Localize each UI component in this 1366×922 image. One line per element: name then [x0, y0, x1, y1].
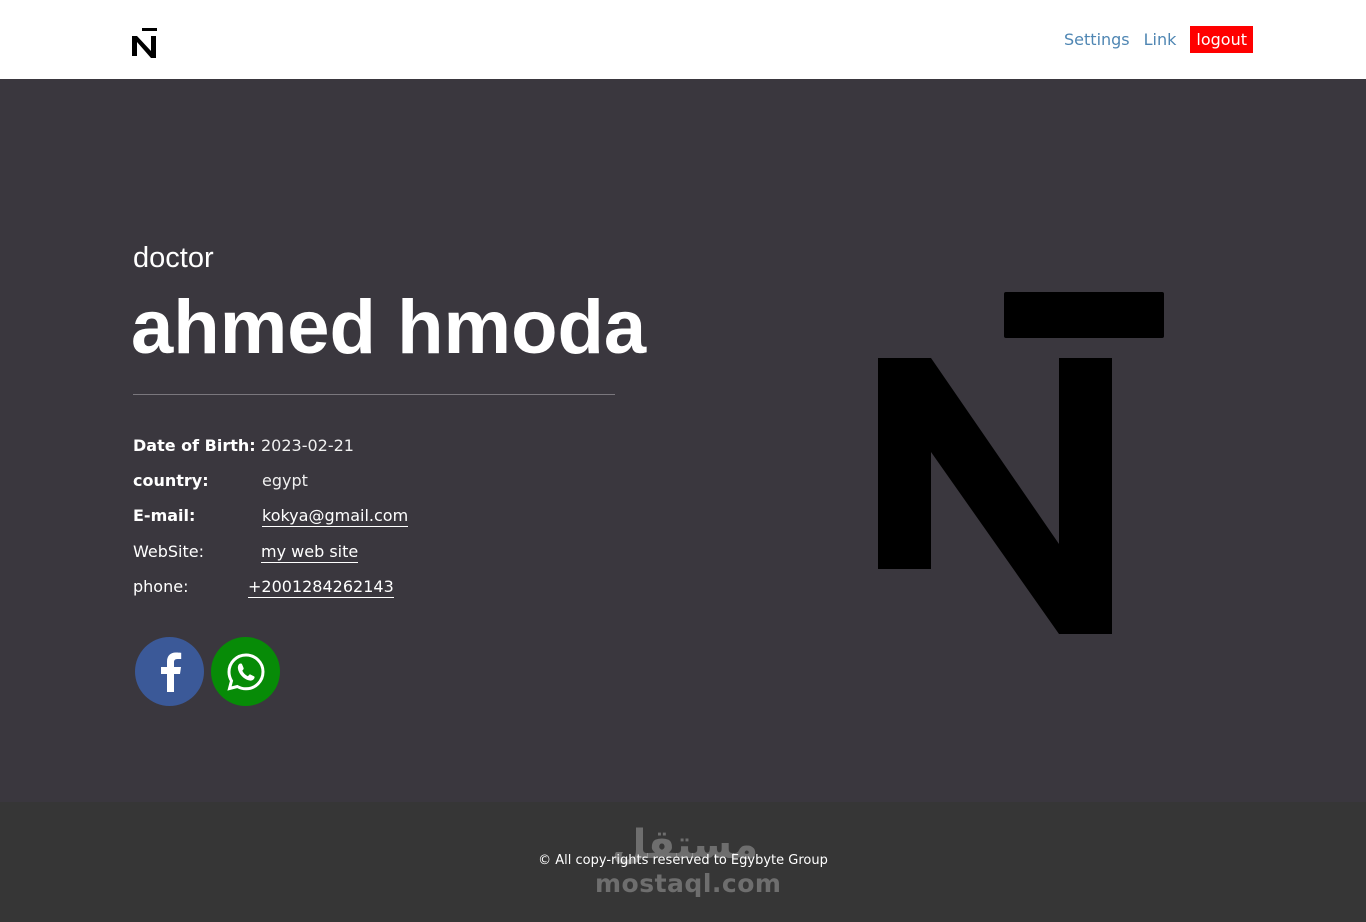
phone-link[interactable]: +2001284262143 — [248, 577, 394, 598]
facebook-button[interactable] — [135, 637, 204, 706]
website-link[interactable]: my web site — [261, 542, 359, 563]
top-navbar: Settings Link logout — [0, 0, 1366, 79]
nav-settings-link[interactable]: Settings — [1064, 27, 1130, 53]
profile-name: ahmed hmoda — [131, 285, 647, 370]
nav-link-link[interactable]: Link — [1144, 27, 1177, 53]
country-label: country: — [133, 471, 209, 490]
whatsapp-button[interactable] — [211, 637, 280, 706]
website-label: WebSite: — [133, 542, 204, 561]
phone-label: phone: — [133, 577, 189, 596]
country-value: egypt — [262, 471, 308, 490]
profile-section: doctor ahmed hmoda Date of Birth: 2023-0… — [0, 79, 1366, 802]
dob-label: Date of Birth: — [133, 436, 256, 455]
dob-value: 2023-02-21 — [261, 436, 354, 455]
watermark-latin: mostaql.com — [595, 869, 782, 898]
email-link[interactable]: kokya@gmail.com — [262, 506, 409, 527]
watermark: مستقل mostaql.com — [595, 820, 782, 920]
profile-title: doctor — [133, 242, 214, 274]
brand-logo-icon[interactable] — [131, 28, 159, 58]
nav-links: Settings Link logout — [1050, 26, 1253, 53]
divider — [133, 394, 615, 395]
whatsapp-icon — [226, 652, 265, 691]
logout-button[interactable]: logout — [1190, 26, 1253, 53]
email-label: E-mail: — [133, 506, 196, 525]
copyright-text: © All copy-rights reserved to Egybyte Gr… — [538, 853, 828, 868]
facebook-icon — [160, 652, 181, 692]
large-brand-logo-icon — [878, 292, 1164, 634]
footer: مستقل mostaql.com © All copy-rights rese… — [0, 802, 1366, 922]
